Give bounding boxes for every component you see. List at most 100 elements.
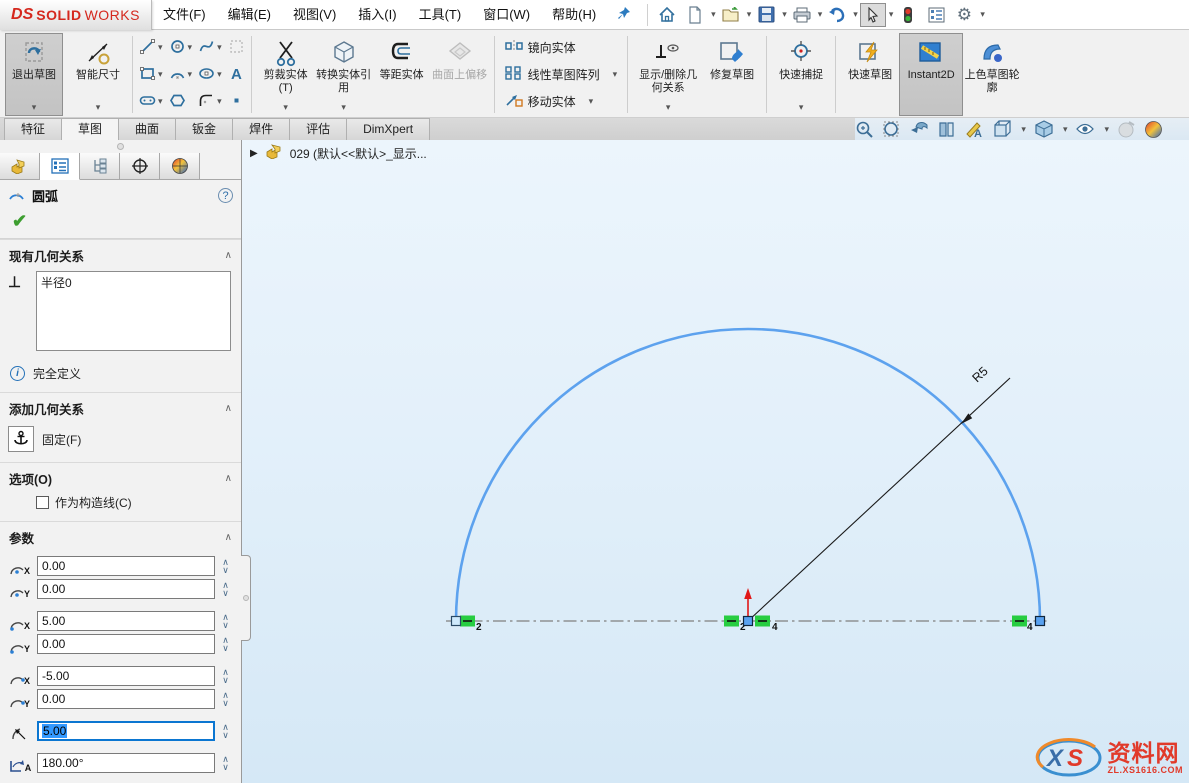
tab-weldments[interactable]: 焊件	[232, 118, 290, 140]
new-document-caret[interactable]: ▾	[711, 9, 716, 20]
rectangle-tool-caret[interactable]: ▾	[158, 69, 163, 80]
flyout-feature-tree[interactable]: ▶ 029 (默认<<默认>_显示...	[250, 144, 427, 162]
center-y-spinner[interactable]: ∧∨	[218, 581, 233, 597]
rectangle-tool-icon[interactable]	[139, 65, 156, 85]
parameters-header[interactable]: 参数 ∧	[0, 521, 241, 551]
add-relations-header[interactable]: 添加几何关系 ∧	[0, 392, 241, 422]
display-delete-relations-button[interactable]: 显示/删除几何关系 ▾	[633, 33, 703, 116]
new-document-icon[interactable]	[682, 3, 708, 27]
panel-splitter-handle[interactable]	[241, 555, 251, 641]
radius-dimension[interactable]: R5	[748, 364, 1010, 621]
undo-caret[interactable]: ▾	[853, 9, 858, 20]
property-manager-tab[interactable]	[40, 153, 80, 180]
display-relations-caret[interactable]: ▾	[666, 102, 671, 115]
arc-left-endpoint-handle[interactable]	[452, 617, 461, 626]
display-style-icon[interactable]	[1034, 120, 1054, 139]
menu-window[interactable]: 窗口(W)	[472, 0, 541, 29]
convert-caret[interactable]: ▾	[341, 102, 346, 115]
arc-tool-caret[interactable]: ▾	[188, 69, 193, 80]
angle-input[interactable]	[37, 753, 215, 773]
tab-sketch[interactable]: 草图	[61, 118, 119, 140]
save-icon[interactable]	[753, 3, 779, 27]
quick-snaps-caret[interactable]: ▾	[799, 102, 804, 115]
select-caret[interactable]: ▾	[889, 9, 894, 20]
ellipse-tool-icon[interactable]	[198, 66, 215, 84]
circle-tool-caret[interactable]: ▾	[188, 42, 193, 53]
start-x-spinner[interactable]: ∧∨	[218, 613, 233, 629]
angle-spinner[interactable]: ∧∨	[218, 755, 233, 771]
tab-dimxpert[interactable]: DimXpert	[346, 118, 430, 140]
text-tool-icon[interactable]: A	[228, 65, 245, 85]
home-icon[interactable]	[654, 3, 680, 27]
relation-item[interactable]: 半径0	[41, 274, 226, 291]
linear-pattern-button[interactable]: 线性草图阵列 ▾	[501, 65, 622, 84]
options-header[interactable]: 选项(O) ∧	[0, 462, 241, 492]
center-x-input[interactable]	[37, 556, 215, 576]
view-orientation-caret[interactable]: ▾	[1021, 124, 1026, 135]
tab-surfaces[interactable]: 曲面	[118, 118, 176, 140]
menu-help[interactable]: 帮助(H)	[541, 0, 607, 29]
fillet-tool-caret[interactable]: ▾	[217, 96, 222, 107]
open-document-caret[interactable]: ▾	[747, 9, 752, 20]
arc-right-endpoint-handle[interactable]	[1036, 617, 1045, 626]
radius-spinner[interactable]: ∧∨	[218, 723, 233, 739]
section-view-icon[interactable]	[937, 120, 956, 139]
feature-tree-tab[interactable]	[0, 153, 40, 179]
menu-file[interactable]: 文件(F)	[152, 0, 217, 29]
fillet-tool-icon[interactable]	[198, 92, 215, 112]
repair-sketch-button[interactable]: 修复草图	[703, 33, 761, 116]
radius-input[interactable]: 5.00	[37, 721, 215, 741]
offset-entities-button[interactable]: 等距实体	[373, 33, 431, 116]
line-tool-icon[interactable]	[139, 38, 156, 58]
rapid-sketch-button[interactable]: 快速草图	[841, 33, 899, 116]
end-x-input[interactable]	[37, 666, 215, 686]
start-x-input[interactable]	[37, 611, 215, 631]
spline-tool-icon[interactable]	[198, 38, 215, 58]
quick-snaps-button[interactable]: 快速捕捉 ▾	[772, 33, 830, 116]
arc-center-point-handle[interactable]	[744, 617, 753, 626]
undo-icon[interactable]	[824, 3, 850, 27]
start-y-input[interactable]	[37, 634, 215, 654]
ok-button[interactable]: ✔	[12, 211, 27, 231]
file-properties-icon[interactable]	[923, 3, 949, 27]
spline-tool-caret[interactable]: ▾	[217, 42, 222, 53]
print-caret[interactable]: ▾	[818, 9, 823, 20]
menu-edit[interactable]: 编辑(E)	[217, 0, 282, 29]
hide-show-caret[interactable]: ▾	[1104, 124, 1109, 135]
instant2d-button[interactable]: Instant2D	[899, 33, 963, 116]
rebuild-icon[interactable]	[895, 3, 921, 27]
relations-listbox[interactable]: 半径0	[36, 271, 231, 351]
point-tool-icon[interactable]	[228, 92, 245, 112]
trim-caret[interactable]: ▾	[283, 102, 288, 115]
tab-features[interactable]: 特征	[4, 118, 62, 140]
linear-pattern-caret[interactable]: ▾	[613, 69, 618, 80]
shaded-contours-button[interactable]: 上色草图轮廓	[963, 33, 1021, 116]
move-entities-button[interactable]: 移动实体 ▾	[501, 92, 622, 111]
tab-evaluate[interactable]: 评估	[289, 118, 347, 140]
polygon-tool-icon[interactable]	[169, 92, 186, 112]
view-orientation-icon[interactable]	[992, 120, 1012, 139]
options-gear-icon[interactable]: ⚙	[951, 3, 977, 27]
existing-relations-header[interactable]: 现有几何关系 ∧	[0, 239, 241, 269]
help-icon[interactable]: ?	[218, 188, 233, 203]
pin-menu-icon[interactable]	[617, 6, 631, 23]
open-document-icon[interactable]	[718, 3, 744, 27]
move-entities-caret[interactable]: ▾	[589, 96, 594, 107]
circle-tool-icon[interactable]	[169, 38, 186, 58]
start-y-spinner[interactable]: ∧∨	[218, 636, 233, 652]
arc-tool-icon[interactable]	[169, 67, 186, 83]
menu-insert[interactable]: 插入(I)	[347, 0, 407, 29]
sketch-visibility-icon[interactable]: A	[964, 120, 984, 139]
trim-entities-button[interactable]: 剪裁实体(T) ▾	[257, 33, 315, 116]
previous-view-icon[interactable]	[909, 120, 929, 138]
print-icon[interactable]	[789, 3, 815, 27]
mirror-entities-button[interactable]: 镜向实体	[501, 38, 622, 57]
exit-sketch-button[interactable]: 退出草图 ▾	[5, 33, 63, 116]
save-caret[interactable]: ▾	[782, 9, 787, 20]
apply-scene-icon[interactable]	[1144, 120, 1163, 139]
zoom-fit-icon[interactable]	[855, 120, 874, 139]
slot-tool-icon[interactable]	[139, 94, 156, 110]
convert-entities-button[interactable]: 转换实体引用 ▾	[315, 33, 373, 116]
select-cursor-icon[interactable]	[860, 3, 886, 27]
end-x-spinner[interactable]: ∧∨	[218, 668, 233, 684]
